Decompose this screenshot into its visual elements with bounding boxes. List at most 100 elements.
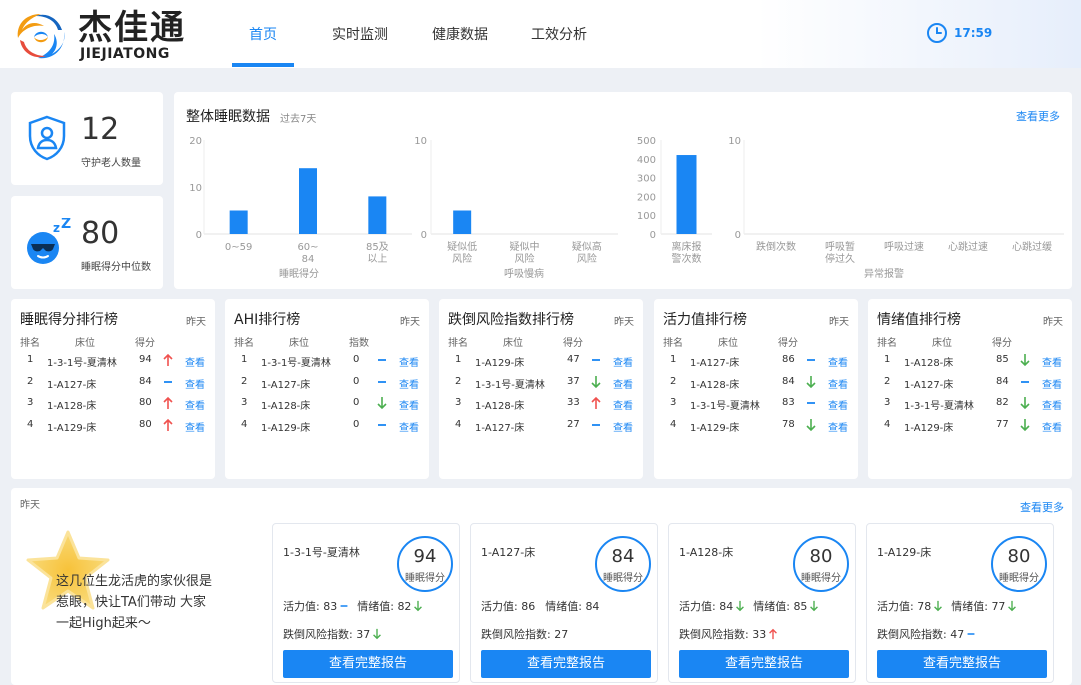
ranking-row: 2 1-A127-床 0 查看 [225, 373, 429, 393]
ranking-bed: 1-A128-床 [690, 379, 740, 391]
fall-risk-label: 跌倒风险指数: [679, 628, 749, 641]
ranking-view-link[interactable]: 查看 [1042, 419, 1062, 434]
ranking-header-bed: 床位 [718, 338, 738, 349]
ranking-view-link[interactable]: 查看 [185, 376, 205, 391]
ranking-view-link[interactable]: 查看 [399, 419, 419, 434]
mood-value: 85 [793, 600, 808, 613]
ranking-view-link[interactable]: 查看 [1042, 354, 1062, 369]
ranking-view-link[interactable]: 查看 [185, 354, 205, 369]
ranking-header-rank: 排名 [448, 338, 468, 349]
ranking-bed: 1-3-1号-夏清林 [904, 401, 974, 412]
ranking-card: 活力值排行榜 昨天 排名 床位 得分 1 1-A127-床 86 查看 2 1-A128-床 84 查看… [654, 299, 858, 479]
ranking-header-score: 得分 [992, 338, 1012, 349]
sleep-score-value: 94 [413, 546, 437, 567]
x-tick-label: 停过久 [825, 252, 855, 265]
ranking-header-bed: 床位 [289, 338, 309, 349]
x-tick-label: 0~59 [225, 242, 252, 253]
x-tick-label: 风险 [452, 252, 472, 265]
trend-flat-icon [378, 423, 386, 426]
ranking-view-link[interactable]: 查看 [613, 376, 633, 391]
ranking-view-link[interactable]: 查看 [185, 419, 205, 434]
sleeping-face-icon: z Z [27, 218, 71, 264]
ranking-row: 1 1-3-1号-夏清林 94 查看 [11, 351, 215, 371]
ranking-row: 1 1-3-1号-夏清林 0 查看 [225, 351, 429, 371]
ranking-rank: 1 [670, 354, 677, 365]
ranking-header-bed: 床位 [932, 338, 952, 349]
trend-down-icon [1020, 397, 1030, 410]
nav-home[interactable]: 首页 [249, 24, 277, 44]
trend-up-icon [163, 418, 173, 431]
chart-panel: 010疑似低风险疑似中风险疑似高风险呼吸慢病 [414, 136, 618, 280]
ranking-value: 0 [353, 418, 360, 430]
fall-risk-line: 跌倒风险指数: 33 [679, 626, 778, 642]
trend-down-icon [1020, 354, 1030, 367]
nav-ergonomics-analysis[interactable]: 工效分析 [531, 24, 587, 44]
ranking-view-link[interactable]: 查看 [613, 419, 633, 434]
ranking-header-rank: 排名 [877, 338, 897, 349]
brand-name-cn: 杰佳通 [78, 8, 186, 48]
guarded-label: 守护老人数量 [81, 158, 141, 169]
ranking-bed: 1-A127-床 [261, 379, 311, 391]
ranking-view-link[interactable]: 查看 [828, 397, 848, 412]
ranking-view-link[interactable]: 查看 [399, 376, 419, 391]
trend-flat-icon [164, 380, 172, 383]
y-tick-label: 300 [637, 174, 656, 185]
ranking-bed: 1-A127-床 [47, 379, 97, 391]
ranking-row: 4 1-A129-床 78 查看 [654, 416, 858, 436]
stat-card-guarded[interactable]: 12 守护老人数量 [11, 92, 163, 185]
ranking-row: 2 1-A128-床 84 查看 [654, 373, 858, 393]
x-axis-title: 睡眠得分 [279, 267, 319, 280]
y-tick-label: 20 [189, 136, 202, 147]
ranking-value: 94 [139, 354, 152, 365]
ranking-bed: 1-3-1号-夏清林 [47, 358, 117, 369]
ranking-view-link[interactable]: 查看 [1042, 397, 1062, 412]
nav-health-data[interactable]: 健康数据 [432, 24, 488, 44]
stat-card-sleep-median[interactable]: z Z 80 睡眠得分中位数 [11, 196, 163, 289]
ranking-rank: 4 [27, 418, 34, 430]
ranking-view-link[interactable]: 查看 [613, 354, 633, 369]
vitality-label: 活力值: [679, 600, 716, 613]
ranking-view-link[interactable]: 查看 [828, 354, 848, 369]
brand-logo[interactable]: 杰佳通 JIEJIATONG [12, 8, 212, 64]
sleep-score-label: 睡眠得分 [801, 573, 841, 584]
fall-risk-value: 47 [950, 628, 965, 641]
vitality-mood-line: 活力值: 83 情绪值: 82 [283, 598, 423, 614]
ranking-row: 3 1-A128-床 80 查看 [11, 394, 215, 414]
sleep-score-ring: 80 睡眠得分 [991, 536, 1047, 592]
ranking-row: 4 1-A129-床 77 查看 [868, 416, 1072, 436]
ranking-view-link[interactable]: 查看 [828, 376, 848, 391]
ranking-header-bed: 床位 [503, 338, 523, 349]
view-full-report-button[interactable]: 查看完整报告 [679, 650, 849, 678]
ranking-period: 昨天 [400, 317, 420, 328]
ranking-view-link[interactable]: 查看 [1042, 376, 1062, 391]
view-full-report-button[interactable]: 查看完整报告 [283, 650, 453, 678]
ranking-view-link[interactable]: 查看 [185, 397, 205, 412]
ranking-view-link[interactable]: 查看 [399, 397, 419, 412]
x-axis-title: 呼吸慢病 [504, 267, 544, 280]
sleep-score-ring: 94 睡眠得分 [397, 536, 453, 592]
view-full-report-button[interactable]: 查看完整报告 [481, 650, 651, 678]
mood-label: 情绪值: [753, 600, 790, 613]
highlight-more-link[interactable]: 查看更多 [1020, 499, 1064, 515]
ranking-view-link[interactable]: 查看 [399, 354, 419, 369]
ranking-view-link[interactable]: 查看 [828, 419, 848, 434]
trend-down-icon [736, 600, 745, 612]
mood-value: 84 [585, 600, 600, 613]
vitality-label: 活力值: [877, 600, 914, 613]
ranking-rank: 2 [670, 375, 677, 387]
chart-bar [299, 168, 317, 234]
fall-risk-line: 跌倒风险指数: 37 [283, 626, 382, 642]
ranking-period: 昨天 [829, 317, 849, 328]
ranking-view-link[interactable]: 查看 [613, 397, 633, 412]
y-tick-label: 400 [637, 155, 656, 166]
trend-flat-icon [340, 605, 348, 607]
nav-realtime-monitor[interactable]: 实时监测 [332, 24, 388, 44]
view-full-report-button[interactable]: 查看完整报告 [877, 650, 1047, 678]
fall-risk-value: 33 [752, 628, 767, 641]
trend-down-icon [806, 375, 816, 388]
ranking-bed: 1-A128-床 [261, 401, 311, 412]
svg-text:Z: Z [61, 218, 71, 232]
svg-text:z: z [53, 221, 60, 235]
ranking-row: 3 1-A128-床 33 查看 [439, 394, 643, 414]
x-tick-label: 心跳过缓 [1012, 240, 1052, 253]
